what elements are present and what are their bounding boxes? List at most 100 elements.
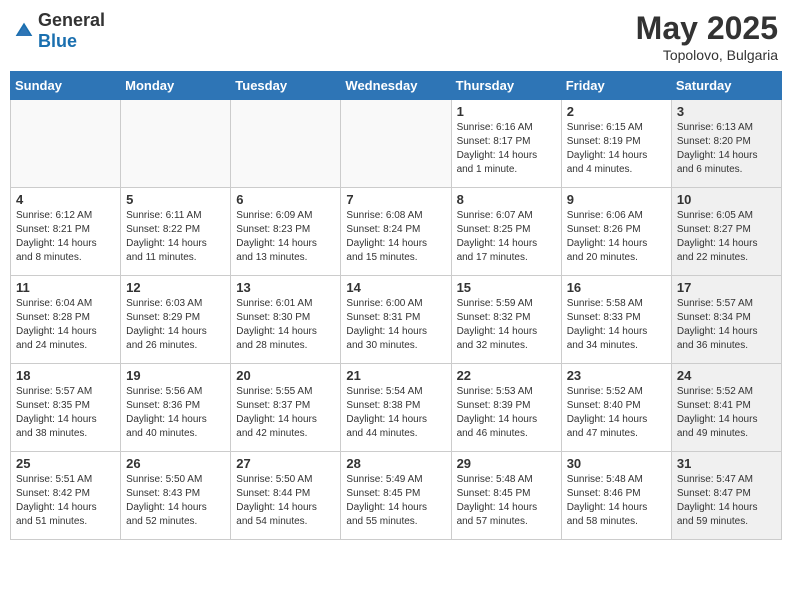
calendar-cell — [121, 100, 231, 188]
logo-blue: Blue — [38, 31, 77, 51]
weekday-header: Friday — [561, 72, 671, 100]
day-number: 21 — [346, 368, 445, 383]
calendar-cell: 12Sunrise: 6:03 AM Sunset: 8:29 PM Dayli… — [121, 276, 231, 364]
cell-text: Sunrise: 5:50 AM Sunset: 8:43 PM Dayligh… — [126, 473, 225, 529]
calendar-cell — [11, 100, 121, 188]
calendar-table: SundayMondayTuesdayWednesdayThursdayFrid… — [10, 71, 782, 540]
weekday-header: Wednesday — [341, 72, 451, 100]
weekday-header: Monday — [121, 72, 231, 100]
calendar-week-row: 25 Sunrise: 5:51 AM Sunset: 8:42 PM Dayli… — [11, 452, 782, 540]
day-number: 17 — [677, 280, 776, 295]
calendar-cell: 14 Sunrise: 6:00 AM Sunset: 8:31 PM Dayli… — [341, 276, 451, 364]
calendar-cell: 3Sunrise: 6:13 AM Sunset: 8:20 PM Daylig… — [671, 100, 781, 188]
calendar-week-row: 11 Sunrise: 6:04 AM Sunset: 8:28 PM Dayli… — [11, 276, 782, 364]
cell-text: Sunrise: 6:01 AM Sunset: 8:30 PM Dayligh… — [236, 297, 335, 353]
day-number: 9 — [567, 192, 666, 207]
calendar-cell — [341, 100, 451, 188]
calendar-cell: 26 Sunrise: 5:50 AM Sunset: 8:43 PM Dayli… — [121, 452, 231, 540]
day-number: 4 — [16, 192, 115, 207]
cell-text: Sunrise: 6:15 AM Sunset: 8:19 PM Dayligh… — [567, 121, 666, 177]
calendar-cell: 7 Sunrise: 6:08 AM Sunset: 8:24 PM Daylig… — [341, 188, 451, 276]
day-number: 13 — [236, 280, 335, 295]
calendar-cell: 6Sunrise: 6:09 AM Sunset: 8:23 PM Daylig… — [231, 188, 341, 276]
day-number: 19 — [126, 368, 225, 383]
day-number: 10 — [677, 192, 776, 207]
cell-text: Sunrise: 6:05 AM Sunset: 8:27 PM Dayligh… — [677, 209, 776, 265]
calendar-cell: 25 Sunrise: 5:51 AM Sunset: 8:42 PM Dayli… — [11, 452, 121, 540]
cell-text: Sunrise: 5:47 AM Sunset: 8:47 PM Dayligh… — [677, 473, 776, 529]
weekday-header: Saturday — [671, 72, 781, 100]
cell-text: Sunrise: 5:49 AM Sunset: 8:45 PM Dayligh… — [346, 473, 445, 529]
day-number: 12 — [126, 280, 225, 295]
calendar-cell: 21Sunrise: 5:54 AM Sunset: 8:38 PM Dayli… — [341, 364, 451, 452]
calendar-cell: 31 Sunrise: 5:47 AM Sunset: 8:47 PM Dayli… — [671, 452, 781, 540]
day-number: 7 — [346, 192, 445, 207]
cell-text: Sunrise: 6:08 AM Sunset: 8:24 PM Dayligh… — [346, 209, 445, 265]
cell-text: Sunrise: 5:57 AM Sunset: 8:34 PM Dayligh… — [677, 297, 776, 353]
calendar-cell: 20Sunrise: 5:55 AM Sunset: 8:37 PM Dayli… — [231, 364, 341, 452]
calendar-header-row: SundayMondayTuesdayWednesdayThursdayFrid… — [11, 72, 782, 100]
cell-text: Sunrise: 5:52 AM Sunset: 8:41 PM Dayligh… — [677, 385, 776, 441]
cell-text: Sunrise: 6:04 AM Sunset: 8:28 PM Dayligh… — [16, 297, 115, 353]
day-number: 2 — [567, 104, 666, 119]
day-number: 27 — [236, 456, 335, 471]
cell-text: Sunrise: 5:55 AM Sunset: 8:37 PM Dayligh… — [236, 385, 335, 441]
day-number: 23 — [567, 368, 666, 383]
page-header: General Blue May 2025 Topolovo, Bulgaria — [10, 10, 782, 63]
calendar-cell: 22 Sunrise: 5:53 AM Sunset: 8:39 PM Dayli… — [451, 364, 561, 452]
weekday-header: Tuesday — [231, 72, 341, 100]
cell-text: Sunrise: 5:57 AM Sunset: 8:35 PM Dayligh… — [16, 385, 115, 441]
logo-icon — [14, 21, 34, 41]
location-subtitle: Topolovo, Bulgaria — [636, 47, 778, 63]
calendar-cell: 16Sunrise: 5:58 AM Sunset: 8:33 PM Dayli… — [561, 276, 671, 364]
calendar-cell: 13 Sunrise: 6:01 AM Sunset: 8:30 PM Dayli… — [231, 276, 341, 364]
calendar-cell — [231, 100, 341, 188]
weekday-header: Thursday — [451, 72, 561, 100]
cell-text: Sunrise: 5:53 AM Sunset: 8:39 PM Dayligh… — [457, 385, 556, 441]
day-number: 18 — [16, 368, 115, 383]
calendar-cell: 17 Sunrise: 5:57 AM Sunset: 8:34 PM Dayli… — [671, 276, 781, 364]
calendar-cell: 29Sunrise: 5:48 AM Sunset: 8:45 PM Dayli… — [451, 452, 561, 540]
calendar-week-row: 4Sunrise: 6:12 AM Sunset: 8:21 PM Daylig… — [11, 188, 782, 276]
calendar-cell: 15 Sunrise: 5:59 AM Sunset: 8:32 PM Dayli… — [451, 276, 561, 364]
cell-text: Sunrise: 6:00 AM Sunset: 8:31 PM Dayligh… — [346, 297, 445, 353]
calendar-cell: 30 Sunrise: 5:48 AM Sunset: 8:46 PM Dayli… — [561, 452, 671, 540]
cell-text: Sunrise: 6:16 AM Sunset: 8:17 PM Dayligh… — [457, 121, 556, 177]
day-number: 29 — [457, 456, 556, 471]
day-number: 25 — [16, 456, 115, 471]
day-number: 6 — [236, 192, 335, 207]
cell-text: Sunrise: 6:13 AM Sunset: 8:20 PM Dayligh… — [677, 121, 776, 177]
cell-text: Sunrise: 6:06 AM Sunset: 8:26 PM Dayligh… — [567, 209, 666, 265]
calendar-cell: 4Sunrise: 6:12 AM Sunset: 8:21 PM Daylig… — [11, 188, 121, 276]
day-number: 14 — [346, 280, 445, 295]
month-title: May 2025 — [636, 10, 778, 47]
day-number: 8 — [457, 192, 556, 207]
cell-text: Sunrise: 5:50 AM Sunset: 8:44 PM Dayligh… — [236, 473, 335, 529]
day-number: 16 — [567, 280, 666, 295]
title-block: May 2025 Topolovo, Bulgaria — [636, 10, 778, 63]
calendar-cell: 28Sunrise: 5:49 AM Sunset: 8:45 PM Dayli… — [341, 452, 451, 540]
calendar-cell: 19Sunrise: 5:56 AM Sunset: 8:36 PM Dayli… — [121, 364, 231, 452]
day-number: 26 — [126, 456, 225, 471]
calendar-cell: 27 Sunrise: 5:50 AM Sunset: 8:44 PM Dayli… — [231, 452, 341, 540]
cell-text: Sunrise: 5:48 AM Sunset: 8:46 PM Dayligh… — [567, 473, 666, 529]
logo-text: General Blue — [38, 10, 105, 52]
weekday-header: Sunday — [11, 72, 121, 100]
calendar-cell: 18 Sunrise: 5:57 AM Sunset: 8:35 PM Dayli… — [11, 364, 121, 452]
cell-text: Sunrise: 6:07 AM Sunset: 8:25 PM Dayligh… — [457, 209, 556, 265]
calendar-week-row: 1 Sunrise: 6:16 AM Sunset: 8:17 PM Daylig… — [11, 100, 782, 188]
day-number: 11 — [16, 280, 115, 295]
calendar-week-row: 18 Sunrise: 5:57 AM Sunset: 8:35 PM Dayli… — [11, 364, 782, 452]
calendar-cell: 9 Sunrise: 6:06 AM Sunset: 8:26 PM Daylig… — [561, 188, 671, 276]
day-number: 15 — [457, 280, 556, 295]
calendar-cell: 11 Sunrise: 6:04 AM Sunset: 8:28 PM Dayli… — [11, 276, 121, 364]
day-number: 22 — [457, 368, 556, 383]
logo-general: General — [38, 10, 105, 30]
cell-text: Sunrise: 5:52 AM Sunset: 8:40 PM Dayligh… — [567, 385, 666, 441]
day-number: 1 — [457, 104, 556, 119]
day-number: 30 — [567, 456, 666, 471]
calendar-cell: 1 Sunrise: 6:16 AM Sunset: 8:17 PM Daylig… — [451, 100, 561, 188]
day-number: 31 — [677, 456, 776, 471]
cell-text: Sunrise: 5:59 AM Sunset: 8:32 PM Dayligh… — [457, 297, 556, 353]
cell-text: Sunrise: 5:51 AM Sunset: 8:42 PM Dayligh… — [16, 473, 115, 529]
